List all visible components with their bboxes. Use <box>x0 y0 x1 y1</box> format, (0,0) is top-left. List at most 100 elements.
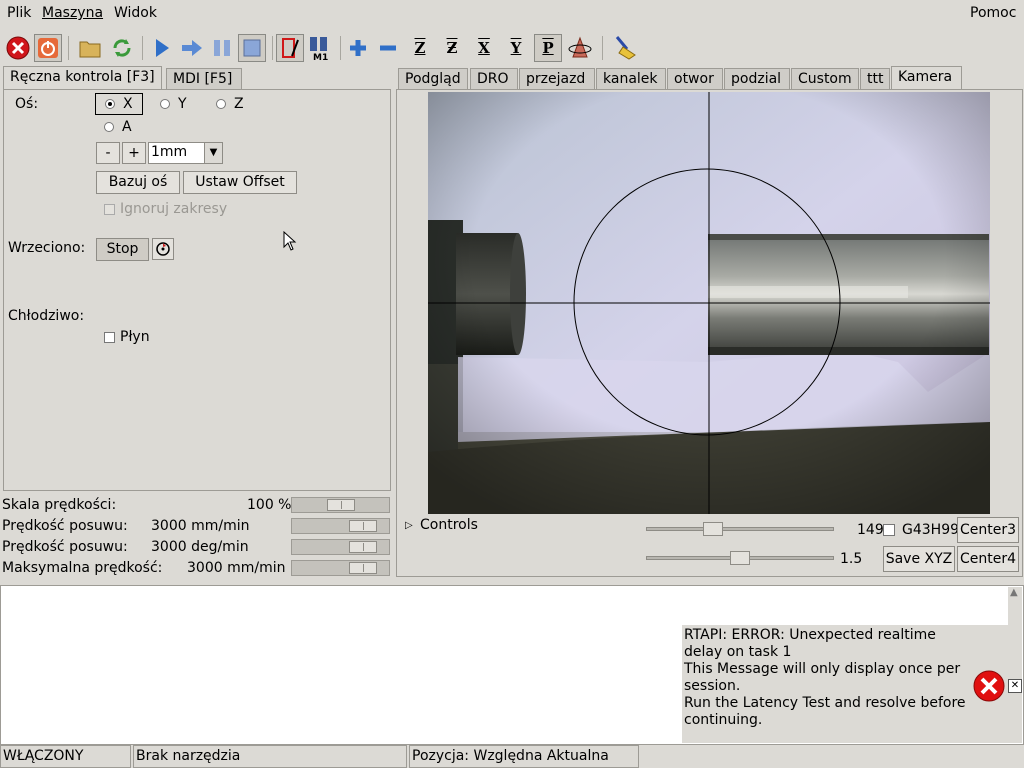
scroll-up-icon[interactable]: ▲ <box>1010 587 1018 598</box>
ignore-limits-checkbox[interactable] <box>104 204 115 215</box>
axis-a-label: A <box>122 119 132 135</box>
max-velocity-value: 3000 mm/min <box>187 560 286 576</box>
tab-otwor[interactable]: otwor <box>667 68 723 90</box>
toolbar: M1 Z Ƶ X Y P <box>0 30 1024 66</box>
tab-camera[interactable]: Kamera <box>891 66 962 90</box>
g43-label: G43H99 <box>902 522 960 538</box>
block-delete-icon[interactable] <box>276 34 304 62</box>
flood-checkbox[interactable] <box>104 332 115 343</box>
tab-mdi[interactable]: MDI [F5] <box>166 68 242 90</box>
coolant-label: Chłodziwo: <box>8 308 85 324</box>
menu-view[interactable]: Widok <box>114 5 157 21</box>
axis-z-radio[interactable] <box>216 99 226 109</box>
spindle-label: Wrzeciono: <box>8 240 86 256</box>
mouse-cursor-icon <box>283 231 297 251</box>
pause-icon[interactable] <box>208 34 236 62</box>
increment-value: 1mm <box>151 144 188 160</box>
view-z-icon[interactable]: Z <box>406 34 434 62</box>
camera-slider-1-value: 149 <box>857 522 884 538</box>
error-line: session. <box>684 678 741 694</box>
close-notification-icon[interactable]: ✕ <box>1008 679 1022 693</box>
rotate-icon[interactable] <box>566 34 594 62</box>
view-z2-icon[interactable]: Ƶ <box>438 34 466 62</box>
estop-icon[interactable] <box>4 34 32 62</box>
run-icon[interactable] <box>148 34 176 62</box>
feed-angular-label: Prędkość posuwu: <box>2 539 128 555</box>
ignore-limits-label: Ignoruj zakresy <box>120 201 228 217</box>
tab-custom[interactable]: Custom <box>791 68 859 90</box>
spindle-stop-button[interactable]: Stop <box>96 238 149 261</box>
controls-expander-label[interactable]: Controls <box>420 517 478 533</box>
error-message: RTAPI: ERROR: Unexpected realtime delay … <box>684 627 974 729</box>
menu-help[interactable]: Pomoc <box>970 5 1016 21</box>
axis-y-radio[interactable] <box>160 99 170 109</box>
camera-slider-1-knob[interactable] <box>703 522 723 536</box>
axis-a-radio[interactable] <box>104 122 114 132</box>
error-notification: RTAPI: ERROR: Unexpected realtime delay … <box>682 625 1022 743</box>
save-xyz-button[interactable]: Save XYZ <box>883 546 955 572</box>
error-line: RTAPI: ERROR: Unexpected realtime <box>684 627 936 643</box>
feed-linear-slider[interactable] <box>291 518 390 534</box>
axis-y-label: Y <box>178 96 187 112</box>
camera-slider-2-knob[interactable] <box>730 551 750 565</box>
tab-kanalek[interactable]: kanalek <box>596 68 666 90</box>
view-x-icon[interactable]: X <box>470 34 498 62</box>
optional-stop-icon[interactable]: M1 <box>306 34 334 62</box>
increment-select[interactable]: 1mm ▼ <box>148 142 223 164</box>
view-y-icon[interactable]: Y <box>502 34 530 62</box>
max-velocity-slider[interactable] <box>291 560 390 576</box>
step-icon[interactable] <box>178 34 206 62</box>
feed-angular-handle[interactable] <box>349 541 377 553</box>
reload-icon[interactable] <box>108 34 136 62</box>
zoom-in-icon[interactable] <box>344 34 372 62</box>
camera-slider-2[interactable] <box>646 551 834 565</box>
tab-przejazd[interactable]: przejazd <box>519 68 595 90</box>
feed-linear-handle[interactable] <box>349 520 377 532</box>
zoom-out-icon[interactable] <box>374 34 402 62</box>
axis-x-option[interactable]: X <box>95 93 143 115</box>
status-position: Pozycja: Względna Aktualna <box>409 745 639 768</box>
chevron-down-icon[interactable]: ▼ <box>204 143 222 163</box>
speed-scale-handle[interactable] <box>327 499 355 511</box>
status-tool: Brak narzędzia <box>133 745 407 768</box>
clear-plot-icon[interactable] <box>610 34 638 62</box>
g43-checkbox[interactable] <box>883 524 895 536</box>
feed-angular-slider[interactable] <box>291 539 390 555</box>
max-velocity-label: Maksymalna prędkość: <box>2 560 163 576</box>
status-machine-state: WŁĄCZONY <box>0 745 131 768</box>
tab-manual-control[interactable]: Ręczna kontrola [F3] <box>3 66 162 90</box>
tab-ttt[interactable]: ttt <box>860 68 890 90</box>
view-p-icon[interactable]: P <box>534 34 562 62</box>
camera-view[interactable] <box>428 92 990 514</box>
feed-linear-value: 3000 mm/min <box>151 518 250 534</box>
axis-label: Oś: <box>15 96 39 112</box>
axis-x-radio[interactable] <box>105 99 115 109</box>
spindle-direction-icon[interactable] <box>152 238 174 260</box>
camera-panel: ▷ Controls 149 G43H99 Center3 1.5 Save X… <box>396 89 1023 577</box>
tab-podzial[interactable]: podzial <box>724 68 790 90</box>
max-velocity-handle[interactable] <box>349 562 377 574</box>
expander-arrow-icon[interactable]: ▷ <box>405 520 413 531</box>
svg-text:M1: M1 <box>313 53 328 61</box>
set-offset-button[interactable]: Ustaw Offset <box>183 171 297 194</box>
error-line: continuing. <box>684 712 763 728</box>
stop-icon[interactable] <box>238 34 266 62</box>
menu-file[interactable]: Plik <box>7 5 31 21</box>
home-axis-button[interactable]: Bazuj oś <box>96 171 180 194</box>
menu-machine[interactable]: Maszyna <box>42 5 103 21</box>
tab-dro[interactable]: DRO <box>470 68 518 90</box>
error-line: delay on task 1 <box>684 644 792 660</box>
power-icon[interactable] <box>34 34 62 62</box>
camera-slider-1[interactable] <box>646 522 834 536</box>
feed-linear-label: Prędkość posuwu: <box>2 518 128 534</box>
jog-plus-button[interactable]: + <box>122 142 146 164</box>
open-folder-icon[interactable] <box>76 34 104 62</box>
center3-button[interactable]: Center3 <box>957 517 1019 543</box>
jog-minus-button[interactable]: - <box>96 142 120 164</box>
tab-preview[interactable]: Podgląd <box>398 68 468 90</box>
center4-button[interactable]: Center4 <box>957 546 1019 572</box>
error-line: This Message will only display once per <box>684 661 961 677</box>
speed-scale-label: Skala prędkości: <box>2 497 117 513</box>
flood-label: Płyn <box>120 329 150 345</box>
speed-scale-slider[interactable] <box>291 497 390 513</box>
